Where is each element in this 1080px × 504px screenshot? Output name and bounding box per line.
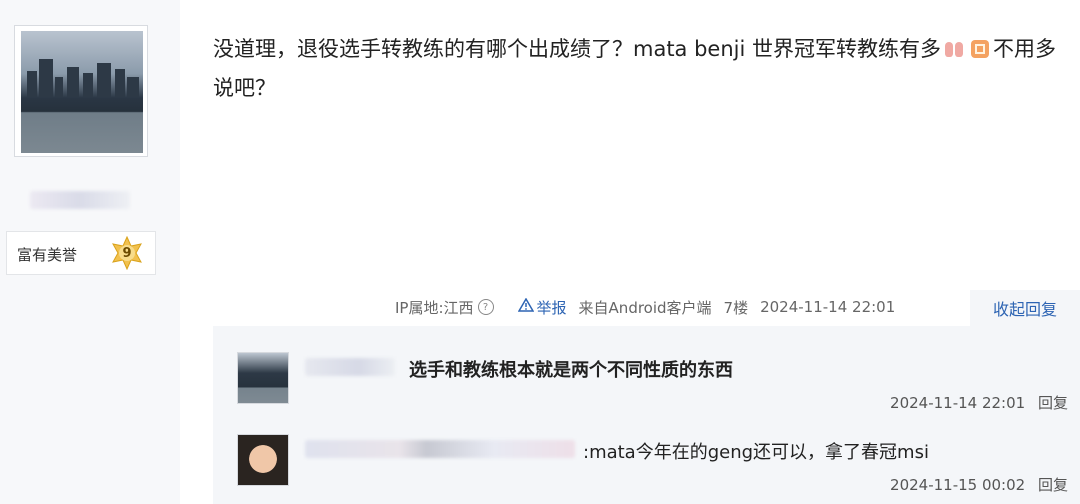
level-number: 9 xyxy=(122,245,132,261)
reply-meta: 2024-11-14 22:01 回复 xyxy=(890,392,1068,413)
post-meta: IP属地:江西 ? 举报 来自Android客户端 7楼 2024-11-14 … xyxy=(395,293,895,321)
reply-username-redacted[interactable] xyxy=(305,358,395,376)
level-star-icon: 9 xyxy=(110,235,144,271)
reply-text: :mata今年在的geng还可以，拿了春冠msi xyxy=(583,442,929,463)
reply-avatar[interactable] xyxy=(237,434,289,486)
honor-title: 富有美誉 xyxy=(17,246,78,264)
honor-badge[interactable]: 富有美誉 9 xyxy=(6,231,156,275)
reply-panel: 选手和教练根本就是两个不同性质的东西 2024-11-14 22:01 回复 :… xyxy=(213,326,1080,504)
reply-avatar[interactable] xyxy=(237,352,289,404)
report-label: 举报 xyxy=(536,298,567,317)
report-button[interactable]: 举报 xyxy=(517,297,567,318)
user-avatar[interactable] xyxy=(14,25,148,157)
help-icon[interactable]: ? xyxy=(477,299,494,315)
warning-icon xyxy=(517,297,534,316)
box-emoji-icon xyxy=(971,40,990,58)
post-text-part1: 没道理，退役选手转教练的有哪个出成绩了？mata benji 世界冠军转教练有多 xyxy=(213,37,942,61)
ip-location: IP属地:江西 xyxy=(395,298,474,317)
reply-button[interactable]: 回复 xyxy=(1038,394,1068,412)
reply-button[interactable]: 回复 xyxy=(1038,476,1068,494)
collapse-replies-button[interactable]: 收起回复 xyxy=(970,290,1080,326)
reply-text: 选手和教练根本就是两个不同性质的东西 xyxy=(409,360,733,381)
lungs-emoji-icon xyxy=(944,40,964,58)
reply-meta: 2024-11-15 00:02 回复 xyxy=(890,474,1068,495)
user-sidebar: 富有美誉 9 xyxy=(0,0,180,504)
username-redacted[interactable] xyxy=(30,191,130,209)
floor-number: 7楼 xyxy=(723,298,749,317)
reply-username-redacted[interactable] xyxy=(305,440,575,458)
post-content: 没道理，退役选手转教练的有哪个出成绩了？mata benji 世界冠军转教练有多… xyxy=(213,30,1068,108)
reply-time: 2024-11-15 00:02 xyxy=(890,476,1026,494)
post-time: 2024-11-14 22:01 xyxy=(760,298,896,316)
avatar-image xyxy=(21,31,143,153)
reply-time: 2024-11-14 22:01 xyxy=(890,394,1026,412)
post-source: 来自Android客户端 xyxy=(578,298,712,317)
